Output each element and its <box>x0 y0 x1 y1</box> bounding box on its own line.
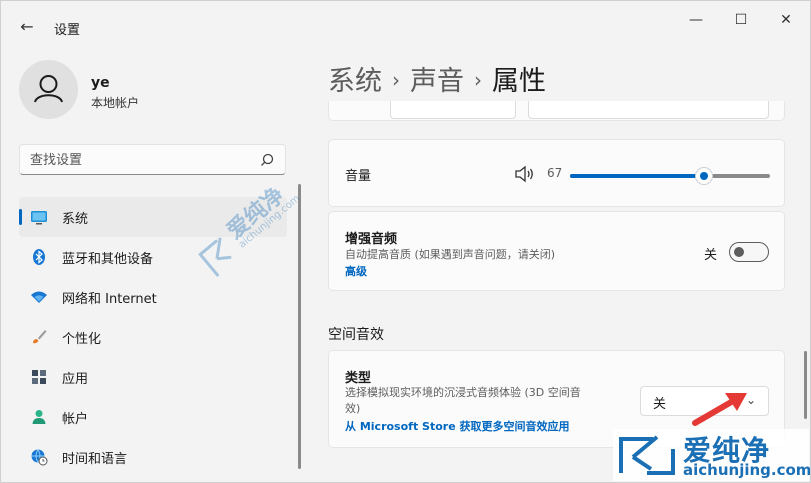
spatial-audio-heading: 空间音效 <box>328 327 384 343</box>
maximize-button[interactable]: ☐ <box>730 11 752 29</box>
user-icon <box>34 75 63 103</box>
apps-icon <box>32 370 46 384</box>
enhance-audio-toggle[interactable] <box>729 242 769 262</box>
spatial-type-description-line2: 效) <box>345 402 361 415</box>
active-indicator <box>19 209 22 225</box>
dropdown-value: 关 <box>653 397 667 412</box>
enhance-audio-description: 自动提高音质 (如果遇到声音问题，请关闭) <box>345 248 556 261</box>
sidebar-item-personalization[interactable]: 个性化 <box>19 317 287 357</box>
breadcrumb-sound[interactable]: 声音 <box>410 66 464 97</box>
sidebar-item-label: 网络和 Internet <box>62 291 157 307</box>
bluetooth-icon <box>33 249 45 265</box>
watermark-logo-icon <box>619 435 675 475</box>
brush-icon <box>33 330 47 344</box>
breadcrumb-separator: › <box>474 68 482 92</box>
breadcrumb-system[interactable]: 系统 <box>328 66 382 97</box>
sidebar-item-apps[interactable]: 应用 <box>19 357 287 397</box>
search-input[interactable] <box>30 151 250 169</box>
clipped-control-right[interactable] <box>528 101 769 119</box>
enhance-audio-title: 增强音频 <box>345 232 398 247</box>
minimize-button[interactable]: — <box>685 11 707 29</box>
microsoft-store-link[interactable]: 从 Microsoft Store 获取更多空间音效应用 <box>345 418 569 434</box>
sidebar-item-label: 时间和语言 <box>62 451 128 467</box>
sidebar-item-label: 帐户 <box>62 411 89 427</box>
watermark-url: aichunjing.com <box>683 461 811 479</box>
volume-card: 音量 67 <box>328 139 785 207</box>
breadcrumb: 系统 › 声音 › 属性 <box>328 59 546 98</box>
annotation-arrow-icon <box>692 393 747 426</box>
breadcrumb-separator: › <box>392 68 400 92</box>
clipped-control-left[interactable] <box>390 101 516 119</box>
spatial-type-title: 类型 <box>345 371 372 386</box>
clipped-card <box>328 101 785 131</box>
close-button[interactable]: ✕ <box>775 11 797 29</box>
spatial-type-description-line1: 选择模拟现实环境的沉浸式音频体验 (3D 空间音 <box>345 386 581 399</box>
system-icon <box>31 211 47 225</box>
account-icon <box>32 410 46 424</box>
enhance-audio-card: 增强音频 自动提高音质 (如果遇到声音问题，请关闭) 高级 关 <box>328 211 785 291</box>
wifi-icon <box>31 291 47 303</box>
volume-slider[interactable] <box>570 167 770 185</box>
sidebar-item-time-language[interactable]: 时间和语言 <box>19 437 287 477</box>
title-bar: ← 设置 — ☐ ✕ <box>1 1 810 51</box>
volume-value: 67 <box>547 166 563 180</box>
content-scrollbar[interactable] <box>804 351 807 419</box>
speaker-icon[interactable] <box>514 165 536 183</box>
globe-clock-icon <box>31 449 48 466</box>
volume-slider-thumb[interactable] <box>695 167 713 185</box>
account-type: 本地帐户 <box>91 96 140 110</box>
sidebar-item-label: 蓝牙和其他设备 <box>62 251 154 267</box>
advanced-link[interactable]: 高级 <box>345 263 367 279</box>
user-name: ye <box>91 75 110 91</box>
sidebar-item-accounts[interactable]: 帐户 <box>19 397 287 437</box>
watermark: 爱纯净 aichunjing.com <box>613 429 811 481</box>
sidebar-item-label: 个性化 <box>62 331 102 347</box>
page-title: 属性 <box>492 66 546 97</box>
settings-window: ← 设置 — ☐ ✕ ye 本地帐户 系统 <box>0 0 811 483</box>
back-button[interactable]: ← <box>15 15 39 39</box>
sidebar-item-label: 系统 <box>62 211 89 227</box>
toggle-state-label: 关 <box>704 248 718 263</box>
sidebar-item-label: 应用 <box>62 371 89 387</box>
search-box[interactable] <box>19 144 286 175</box>
volume-label: 音量 <box>345 169 372 184</box>
app-title: 设置 <box>54 23 81 38</box>
avatar[interactable] <box>19 60 78 119</box>
volume-slider-fill <box>570 174 704 178</box>
next-section-peek: ‿ <box>328 473 339 483</box>
